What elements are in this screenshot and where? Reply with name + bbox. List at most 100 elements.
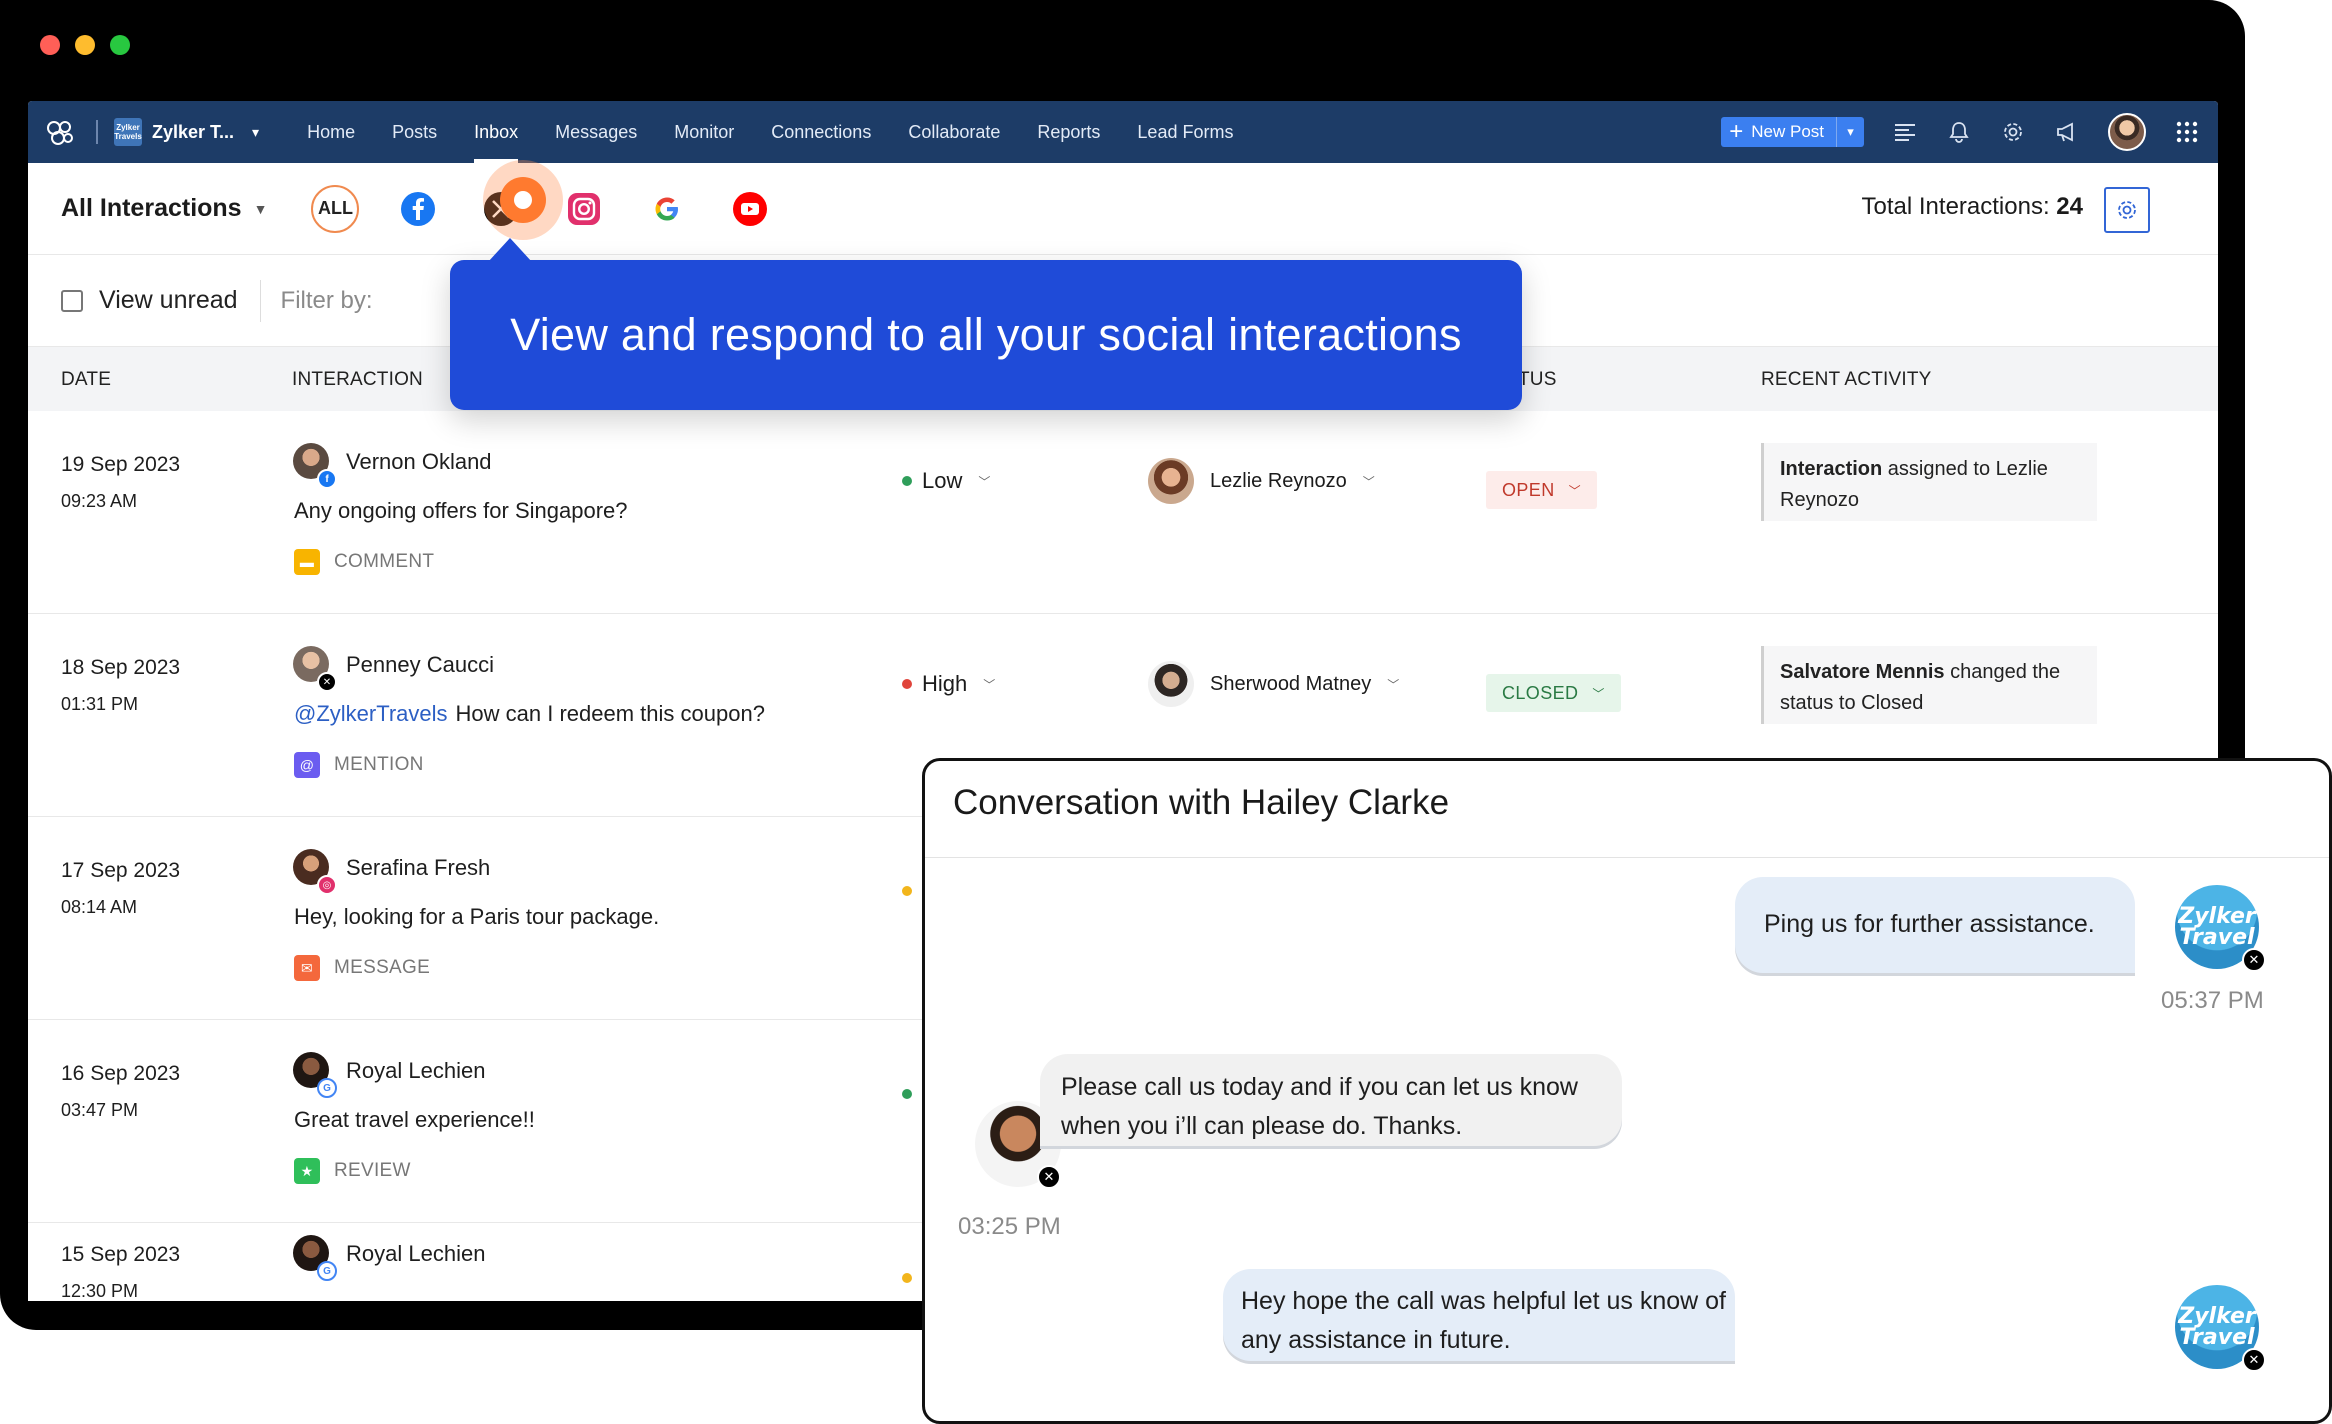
- row-contact-name[interactable]: Penney Caucci: [346, 652, 494, 678]
- menu-lead-forms[interactable]: Lead Forms: [1137, 101, 1233, 163]
- row-time: 08:14 AM: [61, 897, 138, 917]
- instagram-icon[interactable]: [560, 185, 608, 233]
- onboarding-tooltip: View and respond to all your social inte…: [450, 238, 1522, 410]
- row-type-label: COMMENT: [334, 551, 435, 572]
- brand-switcher[interactable]: Zylker Travels Zylker T... ▾: [114, 118, 259, 146]
- nav-divider: [96, 120, 98, 144]
- conversation-title: Conversation with Hailey Clarke: [925, 761, 2329, 858]
- priority-dot: [902, 1089, 912, 1099]
- social-app-logo-icon[interactable]: [42, 114, 78, 150]
- menu-monitor[interactable]: Monitor: [674, 101, 734, 163]
- assignee-dropdown[interactable]: Lezlie Reynozo ﹀: [1148, 458, 1375, 504]
- menu-connections[interactable]: Connections: [771, 101, 871, 163]
- menu-inbox[interactable]: Inbox: [474, 101, 519, 163]
- bell-icon[interactable]: [1946, 119, 1972, 145]
- menu-collaborate[interactable]: Collaborate: [908, 101, 1000, 163]
- priority-dot: [902, 679, 912, 689]
- row-message: Great travel experience!!: [294, 1107, 535, 1133]
- row-contact-name[interactable]: Royal Lechien: [346, 1241, 485, 1267]
- priority-dropdown[interactable]: High ﹀: [902, 671, 995, 697]
- status-badge[interactable]: OPEN ﹀: [1486, 471, 1598, 509]
- new-post-button[interactable]: + New Post ▾: [1721, 117, 1864, 147]
- google-icon: G: [317, 1078, 337, 1098]
- view-selector[interactable]: All Interactions ▼: [61, 194, 267, 223]
- priority-label: Low: [922, 468, 963, 493]
- gear-icon[interactable]: [2000, 119, 2026, 145]
- recent-activity: Interaction assigned to Lezlie Reynozo: [1761, 443, 2097, 521]
- row-type: @ MENTION: [294, 752, 424, 778]
- message-time: 05:37 PM: [2161, 987, 2264, 1014]
- table-row[interactable]: 19 Sep 2023 09:23 AM f Vernon Okland Any…: [28, 411, 2218, 614]
- priority-label: High: [922, 671, 968, 696]
- row-contact-name[interactable]: Royal Lechien: [346, 1058, 485, 1084]
- chevron-down-icon: ﹀: [1568, 483, 1582, 498]
- message-bubble-incoming[interactable]: Please call us today and if you can let …: [1040, 1054, 1622, 1146]
- message-text: Please call us today and if you can let …: [1061, 1073, 1578, 1140]
- brand-logo: Zylker Travels: [114, 118, 142, 146]
- row-message-text: Great travel experience!!: [294, 1107, 535, 1132]
- facebook-icon[interactable]: [394, 185, 442, 233]
- plus-icon: +: [1729, 118, 1744, 145]
- comment-icon: ▬: [294, 549, 320, 575]
- view-unread-label[interactable]: View unread: [99, 286, 238, 315]
- row-date: 18 Sep 2023: [61, 656, 181, 679]
- channel-all[interactable]: ALL: [311, 184, 360, 233]
- x-icon: ✕: [2242, 1348, 2266, 1372]
- envelope-icon: ✉: [294, 955, 320, 981]
- col-status: TUS: [1518, 369, 1557, 390]
- apps-grid-icon[interactable]: [2174, 119, 2200, 145]
- main-menu: Home Posts Inbox Messages Monitor Connec…: [307, 101, 1233, 163]
- row-time: 03:47 PM: [61, 1100, 139, 1120]
- star-icon: ★: [294, 1158, 320, 1184]
- new-post-main[interactable]: + New Post: [1721, 118, 1836, 145]
- row-message: Any ongoing offers for Singapore?: [294, 498, 628, 524]
- activity-actor: Salvatore Mennis: [1780, 661, 1945, 683]
- message-bubble-outgoing[interactable]: Ping us for further assistance.: [1735, 877, 2135, 973]
- row-type-label: MESSAGE: [334, 957, 431, 978]
- close-window-button[interactable]: [40, 35, 60, 55]
- google-icon[interactable]: [643, 185, 691, 233]
- user-avatar[interactable]: [2108, 113, 2146, 151]
- row-type: ★ REVIEW: [294, 1158, 411, 1184]
- menu-posts[interactable]: Posts: [392, 101, 437, 163]
- row-date: 16 Sep 2023: [61, 1062, 181, 1085]
- message-bubble-outgoing[interactable]: Hey hope the call was helpful let us kno…: [1223, 1269, 1735, 1361]
- message-text: Hey hope the call was helpful let us kno…: [1241, 1287, 1726, 1354]
- tooltip-text: View and respond to all your social inte…: [510, 309, 1462, 360]
- minimize-window-button[interactable]: [75, 35, 95, 55]
- menu-lines-icon[interactable]: [1892, 119, 1918, 145]
- x-icon: ✕: [1037, 1165, 1061, 1189]
- gear-icon: [2118, 201, 2136, 219]
- row-contact-name[interactable]: Serafina Fresh: [346, 855, 490, 881]
- total-interactions: Total Interactions: 24: [1862, 193, 2083, 221]
- settings-button[interactable]: [2104, 187, 2150, 233]
- mention-link[interactable]: @ZylkerTravels: [294, 701, 448, 726]
- menu-messages[interactable]: Messages: [555, 101, 637, 163]
- avatar: [1148, 458, 1194, 504]
- new-post-dropdown-chevron-icon[interactable]: ▾: [1836, 117, 1864, 147]
- row-contact-name[interactable]: Vernon Okland: [346, 449, 492, 475]
- row-message: @ZylkerTravels How can I redeem this coup…: [294, 701, 765, 727]
- view-unread-checkbox[interactable]: [61, 289, 83, 312]
- menu-reports[interactable]: Reports: [1037, 101, 1100, 163]
- brand-name: Zylker T...: [152, 121, 235, 142]
- col-recent-activity: RECENT ACTIVITY: [1761, 369, 1932, 390]
- status-label: CLOSED: [1502, 682, 1579, 703]
- menu-home[interactable]: Home: [307, 101, 355, 163]
- megaphone-icon[interactable]: [2054, 119, 2080, 145]
- hotspot-pulse[interactable]: [483, 160, 563, 240]
- row-type-label: REVIEW: [334, 1160, 411, 1181]
- assignee-name: Sherwood Matney: [1210, 672, 1372, 695]
- chevron-down-icon: ﹀: [983, 677, 996, 692]
- at-sign-icon: @: [294, 752, 320, 778]
- window-controls: [40, 35, 130, 55]
- youtube-icon[interactable]: [726, 185, 774, 233]
- row-date: 19 Sep 2023: [61, 453, 181, 476]
- assignee-dropdown[interactable]: Sherwood Matney ﹀: [1148, 661, 1399, 707]
- interactions-header: All Interactions ▼ ALL Total Interaction…: [28, 160, 2218, 255]
- zoom-window-button[interactable]: [110, 35, 130, 55]
- chevron-down-icon: ﹀: [1387, 677, 1400, 692]
- brand-avatar-text: Zylker Travel: [2178, 904, 2256, 950]
- priority-dropdown[interactable]: Low ﹀: [902, 468, 990, 494]
- status-badge[interactable]: CLOSED ﹀: [1486, 674, 1621, 712]
